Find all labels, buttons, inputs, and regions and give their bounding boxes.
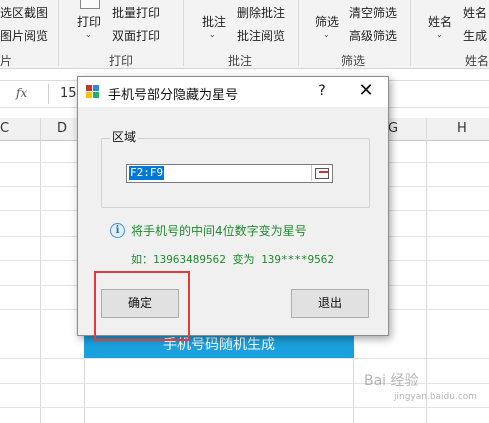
ribbon-separator xyxy=(58,0,59,66)
exit-button[interactable]: 退出 xyxy=(291,289,369,318)
formula-separator xyxy=(48,84,49,104)
grid-line xyxy=(0,407,489,408)
info-icon: i xyxy=(110,223,125,238)
ribbon-separator xyxy=(410,0,411,66)
function-icon[interactable]: fx xyxy=(16,86,27,100)
example-text: 如：13963489562 变为 139****9562 xyxy=(131,253,334,266)
column-header-g[interactable]: G xyxy=(388,121,398,136)
advanced-filter-button[interactable]: 高级筛选 xyxy=(349,27,397,44)
name-button[interactable]: 姓名 xyxy=(428,13,452,30)
comment-button[interactable]: 批注 xyxy=(202,13,226,30)
ribbon-image-view-button[interactable]: 图片阅览 xyxy=(0,27,48,44)
batch-print-button[interactable]: 批量打印 xyxy=(112,4,160,21)
print-button[interactable]: 打印 xyxy=(77,13,101,30)
ribbon: 选区截图 图片阅览 片 打印 ⌄ 批量打印 双面打印 打印 批注 ⌄ 删除批注 … xyxy=(0,0,489,69)
close-icon[interactable]: ✕ xyxy=(358,81,374,101)
ribbon-separator xyxy=(183,0,184,66)
formula-input[interactable]: 15 xyxy=(60,86,77,101)
info-text: 将手机号的中间4位数字变为星号 xyxy=(131,224,307,238)
range-picker-icon xyxy=(315,168,329,179)
grid-line xyxy=(40,118,41,423)
name-tool-button[interactable]: 姓名 xyxy=(463,4,487,21)
clear-filter-button[interactable]: 清空筛选 xyxy=(349,4,397,21)
watermark-url: jingyan.baidu.com xyxy=(394,392,478,402)
printer-icon[interactable] xyxy=(80,0,100,9)
range-group-label: 区域 xyxy=(110,128,139,145)
chevron-down-icon[interactable]: ⌄ xyxy=(209,30,216,39)
column-header-c[interactable]: C xyxy=(0,121,9,136)
range-select-button[interactable] xyxy=(311,165,332,181)
comment-group-label: 批注 xyxy=(228,54,253,68)
grid-line xyxy=(426,118,427,423)
range-arrow-icon xyxy=(319,171,328,173)
comment-view-button[interactable]: 批注阅览 xyxy=(237,27,285,44)
print-group-label: 打印 xyxy=(109,54,134,68)
chevron-down-icon[interactable]: ⌄ xyxy=(323,30,330,39)
column-header-h[interactable]: H xyxy=(457,121,467,136)
name-group-label: 姓名 xyxy=(465,54,489,68)
help-button[interactable]: ? xyxy=(314,83,330,99)
app-icon xyxy=(86,85,100,99)
filter-group-label: 筛选 xyxy=(341,54,366,68)
ribbon-screenshot-button[interactable]: 选区截图 xyxy=(0,4,48,21)
delete-comment-button[interactable]: 删除批注 xyxy=(237,4,285,21)
range-input[interactable]: F2:F9 xyxy=(126,164,333,183)
filter-button[interactable]: 筛选 xyxy=(315,13,339,30)
ribbon-left-group-label: 片 xyxy=(0,54,13,68)
column-header-d[interactable]: D xyxy=(57,121,67,136)
chevron-down-icon[interactable]: ⌄ xyxy=(85,30,92,39)
chevron-down-icon[interactable]: ⌄ xyxy=(436,30,443,39)
duplex-print-button[interactable]: 双面打印 xyxy=(112,27,160,44)
grid-line xyxy=(0,358,489,359)
highlight-box xyxy=(94,271,190,341)
generate-button[interactable]: 生成 xyxy=(463,27,487,44)
ribbon-separator xyxy=(298,0,299,66)
dialog-titlebar[interactable]: 手机号部分隐藏为星号 ? ✕ xyxy=(78,77,388,107)
range-value[interactable]: F2:F9 xyxy=(129,166,165,180)
watermark: Bai 经验 xyxy=(364,373,419,389)
dialog-title: 手机号部分隐藏为星号 xyxy=(108,88,239,103)
